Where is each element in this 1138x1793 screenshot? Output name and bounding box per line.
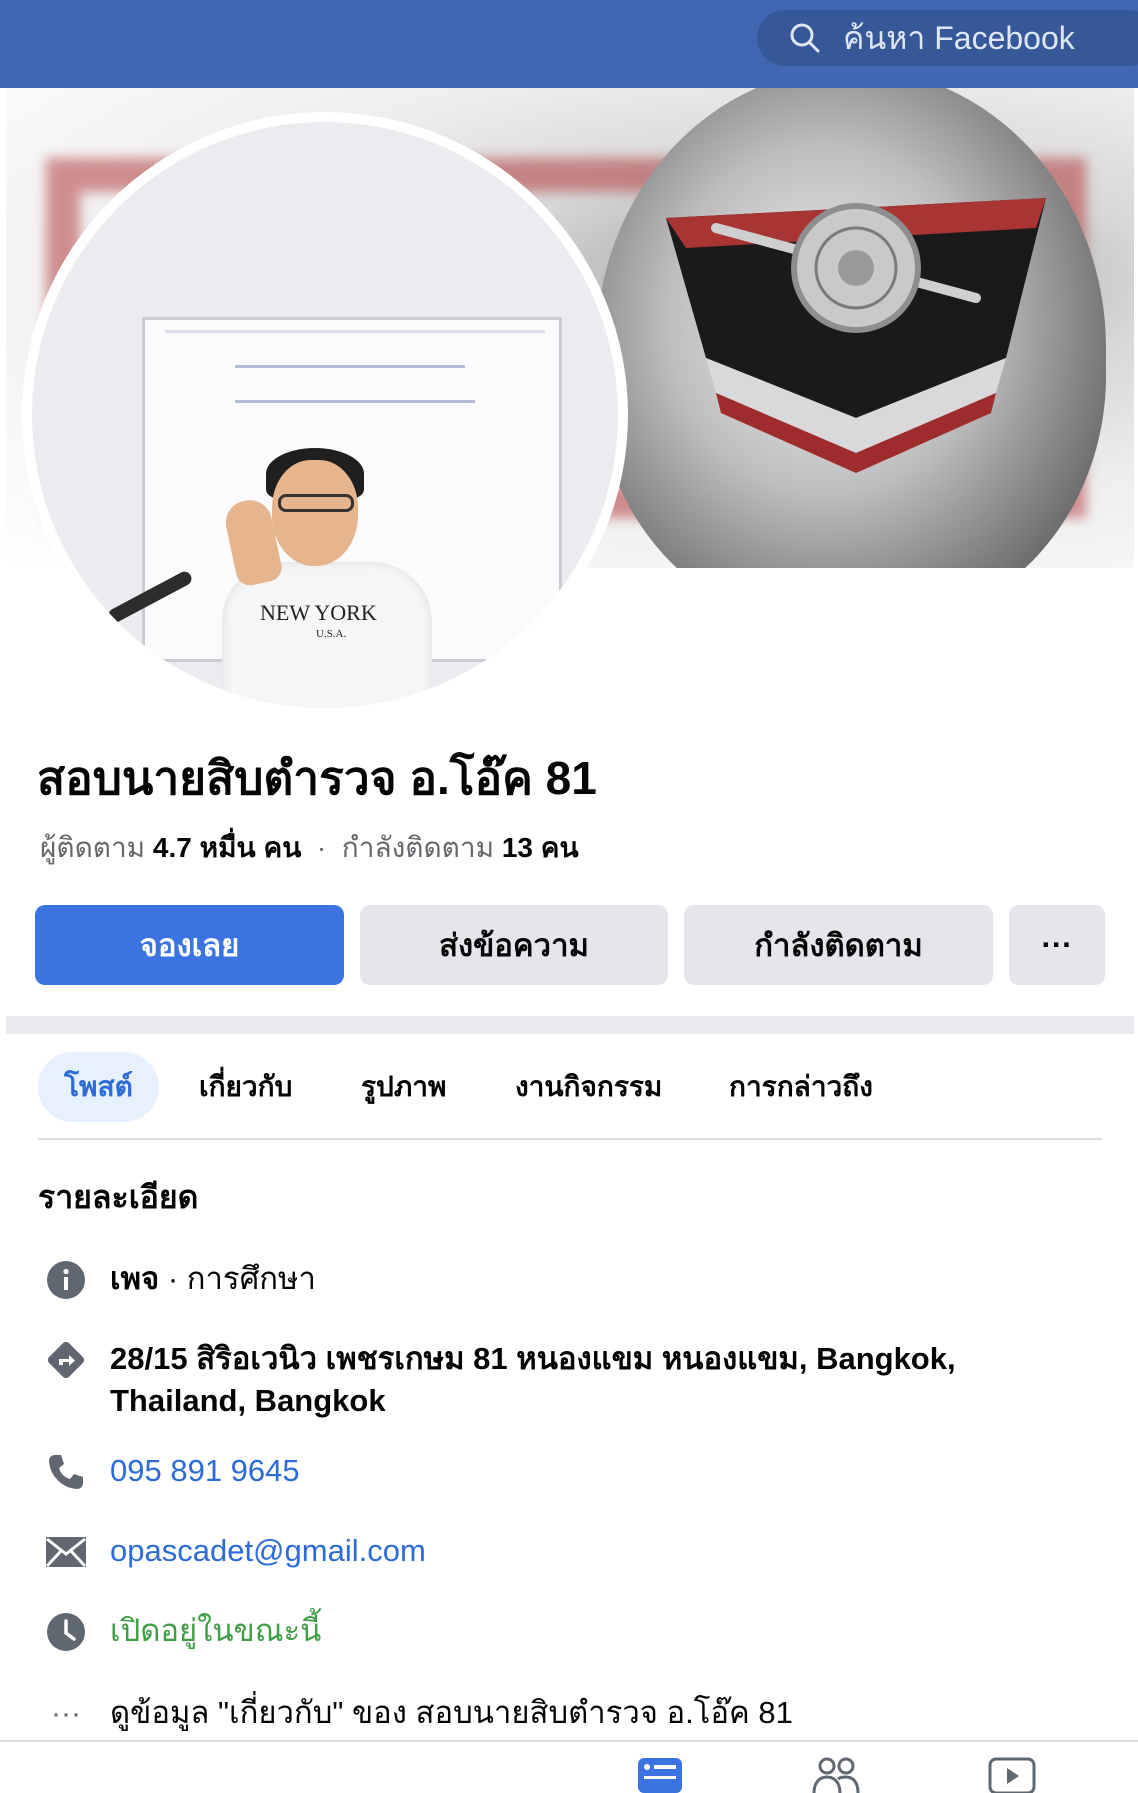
phone-icon <box>44 1450 88 1494</box>
tab-events[interactable]: งานกิจกรรม <box>515 1052 662 1122</box>
page-stats: ผู้ติดตาม 4.7 หมื่น คน · กำลังติดตาม 13 … <box>40 826 579 870</box>
info-icon <box>44 1258 88 1302</box>
email-address[interactable]: opascadet@gmail.com <box>110 1530 426 1572</box>
following-label: กำลังติดตาม <box>341 832 495 863</box>
category-value: · การศึกษา <box>159 1261 316 1296</box>
followers-count[interactable]: 4.7 หมื่น <box>153 832 256 863</box>
following-count[interactable]: 13 <box>502 832 533 863</box>
detail-category: เพจ · การศึกษา <box>44 1258 316 1302</box>
directions-icon <box>44 1338 88 1382</box>
search-placeholder: ค้นหา Facebook <box>843 19 1075 56</box>
detail-hours[interactable]: เปิดอยู่ในขณะนี้ <box>44 1610 321 1654</box>
followers-label: ผู้ติดตาม <box>40 832 146 863</box>
more-options-button[interactable]: ··· <box>1009 905 1105 985</box>
see-about-text[interactable]: ดูข้อมูล "เกี่ยวกับ" ของ สอบนายสิบตำรวจ … <box>110 1692 793 1734</box>
address-line-1: 28/15 สิริอเวนิว เพชรเกษม 81 หนองแขม หนอ… <box>110 1341 956 1376</box>
section-divider <box>6 1016 1134 1034</box>
book-now-button[interactable]: จองเลย <box>35 905 344 985</box>
tabs-divider <box>38 1138 1102 1140</box>
followers-unit: คน <box>263 832 302 863</box>
clock-icon <box>44 1610 88 1654</box>
email-icon <box>44 1530 88 1574</box>
detail-phone[interactable]: 095 891 9645 <box>44 1450 300 1494</box>
shirt-print: NEW YORK <box>260 600 377 625</box>
category-page: เพจ <box>110 1261 160 1296</box>
shirt-print-sub: U.S.A. <box>316 628 347 640</box>
bottom-nav-divider <box>0 1740 1138 1742</box>
top-bar: ค้นหา Facebook <box>0 0 1138 88</box>
details-title: รายละเอียด <box>38 1179 199 1215</box>
page-title: สอบนายสิบตำรวจ อ.โอ๊ค 81 <box>37 752 597 804</box>
tab-about[interactable]: เกี่ยวกับ <box>199 1052 292 1122</box>
address-line-2: Thailand, Bangkok <box>110 1383 386 1418</box>
watch-icon[interactable] <box>988 1756 1036 1793</box>
following-button[interactable]: กำลังติดตาม <box>684 905 993 985</box>
tab-posts[interactable]: โพสต์ <box>38 1052 159 1122</box>
more-dots-icon: ··· <box>51 1697 81 1730</box>
person-face <box>272 460 358 566</box>
search-bar[interactable]: ค้นหา Facebook <box>757 10 1138 66</box>
see-about-link[interactable]: ··· ดูข้อมูล "เกี่ยวกับ" ของ สอบนายสิบตำ… <box>44 1692 793 1736</box>
tab-mentions[interactable]: การกล่าวถึง <box>729 1052 873 1122</box>
detail-address[interactable]: 28/15 สิริอเวนิว เพชรเกษม 81 หนองแขม หนอ… <box>44 1338 956 1422</box>
search-icon <box>790 23 820 53</box>
following-unit: คน <box>540 832 579 863</box>
friends-icon[interactable] <box>810 1756 862 1793</box>
stats-separator: · <box>316 832 327 863</box>
tab-photos[interactable]: รูปภาพ <box>361 1052 446 1122</box>
open-status: เปิดอยู่ในขณะนี้ <box>110 1613 322 1648</box>
detail-email[interactable]: opascadet@gmail.com <box>44 1530 426 1574</box>
avatar-photo: NEW YORK U.S.A. <box>32 122 618 708</box>
profile-avatar[interactable]: NEW YORK U.S.A. <box>22 112 628 718</box>
send-message-button[interactable]: ส่งข้อความ <box>360 905 668 985</box>
police-badge-image <box>666 198 1046 473</box>
person-glasses <box>278 494 354 512</box>
phone-number[interactable]: 095 891 9645 <box>110 1450 300 1492</box>
feed-icon[interactable] <box>636 1756 684 1793</box>
